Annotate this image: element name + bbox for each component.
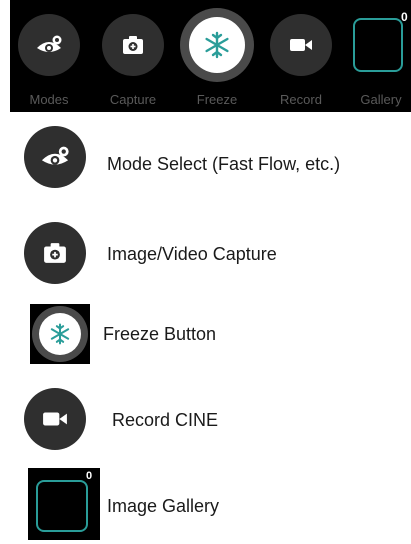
gallery-button[interactable]	[353, 18, 403, 72]
eye-gear-icon	[41, 146, 69, 165]
legend-capture-icon	[24, 222, 86, 284]
gallery-count: 0	[401, 10, 408, 24]
capture-label: Capture	[109, 92, 157, 107]
legend-gallery-frame	[36, 480, 88, 532]
legend-gallery-label: Image Gallery	[107, 496, 220, 516]
capture-button[interactable]: Capture	[94, 0, 172, 112]
video-camera-icon	[43, 412, 67, 426]
freeze-button-inner	[189, 17, 245, 73]
legend-capture-label: Image/Video Capture	[107, 244, 277, 264]
modes-button-circle[interactable]	[18, 14, 80, 76]
record-label: Record	[280, 92, 322, 107]
gallery-label: Gallery	[360, 92, 402, 107]
ultrasound-toolbar: Modes Capture Freeze Record 0 Gallery	[10, 0, 411, 112]
video-camera-icon	[290, 39, 312, 51]
legend-modes-label: Mode Select (Fast Flow, etc.)	[107, 154, 341, 174]
freeze-button[interactable]: Freeze	[178, 0, 256, 112]
camera-icon	[123, 36, 143, 54]
snowflake-icon	[205, 31, 229, 59]
legend-record-label: Record CINE	[112, 410, 219, 430]
legend-gallery-count: 0	[86, 470, 93, 482]
legend-freeze-icon	[30, 304, 90, 364]
legend-freeze-inner	[39, 313, 81, 355]
capture-button-circle[interactable]	[102, 14, 164, 76]
record-button-circle[interactable]	[270, 14, 332, 76]
camera-icon	[44, 243, 66, 263]
legend-freeze-ring	[32, 306, 88, 362]
legend-record-icon	[24, 388, 86, 450]
modes-label: Modes	[29, 92, 69, 107]
modes-button[interactable]: Modes	[10, 0, 88, 112]
legend-modes-icon	[24, 126, 86, 188]
snowflake-icon	[50, 323, 70, 345]
freeze-label: Freeze	[196, 92, 238, 107]
legend-gallery-icon: 0	[28, 468, 100, 540]
legend-freeze-label: Freeze Button	[103, 324, 217, 344]
record-button[interactable]: Record	[262, 0, 340, 112]
freeze-button-circle[interactable]	[180, 8, 254, 82]
eye-gear-icon	[37, 35, 62, 52]
